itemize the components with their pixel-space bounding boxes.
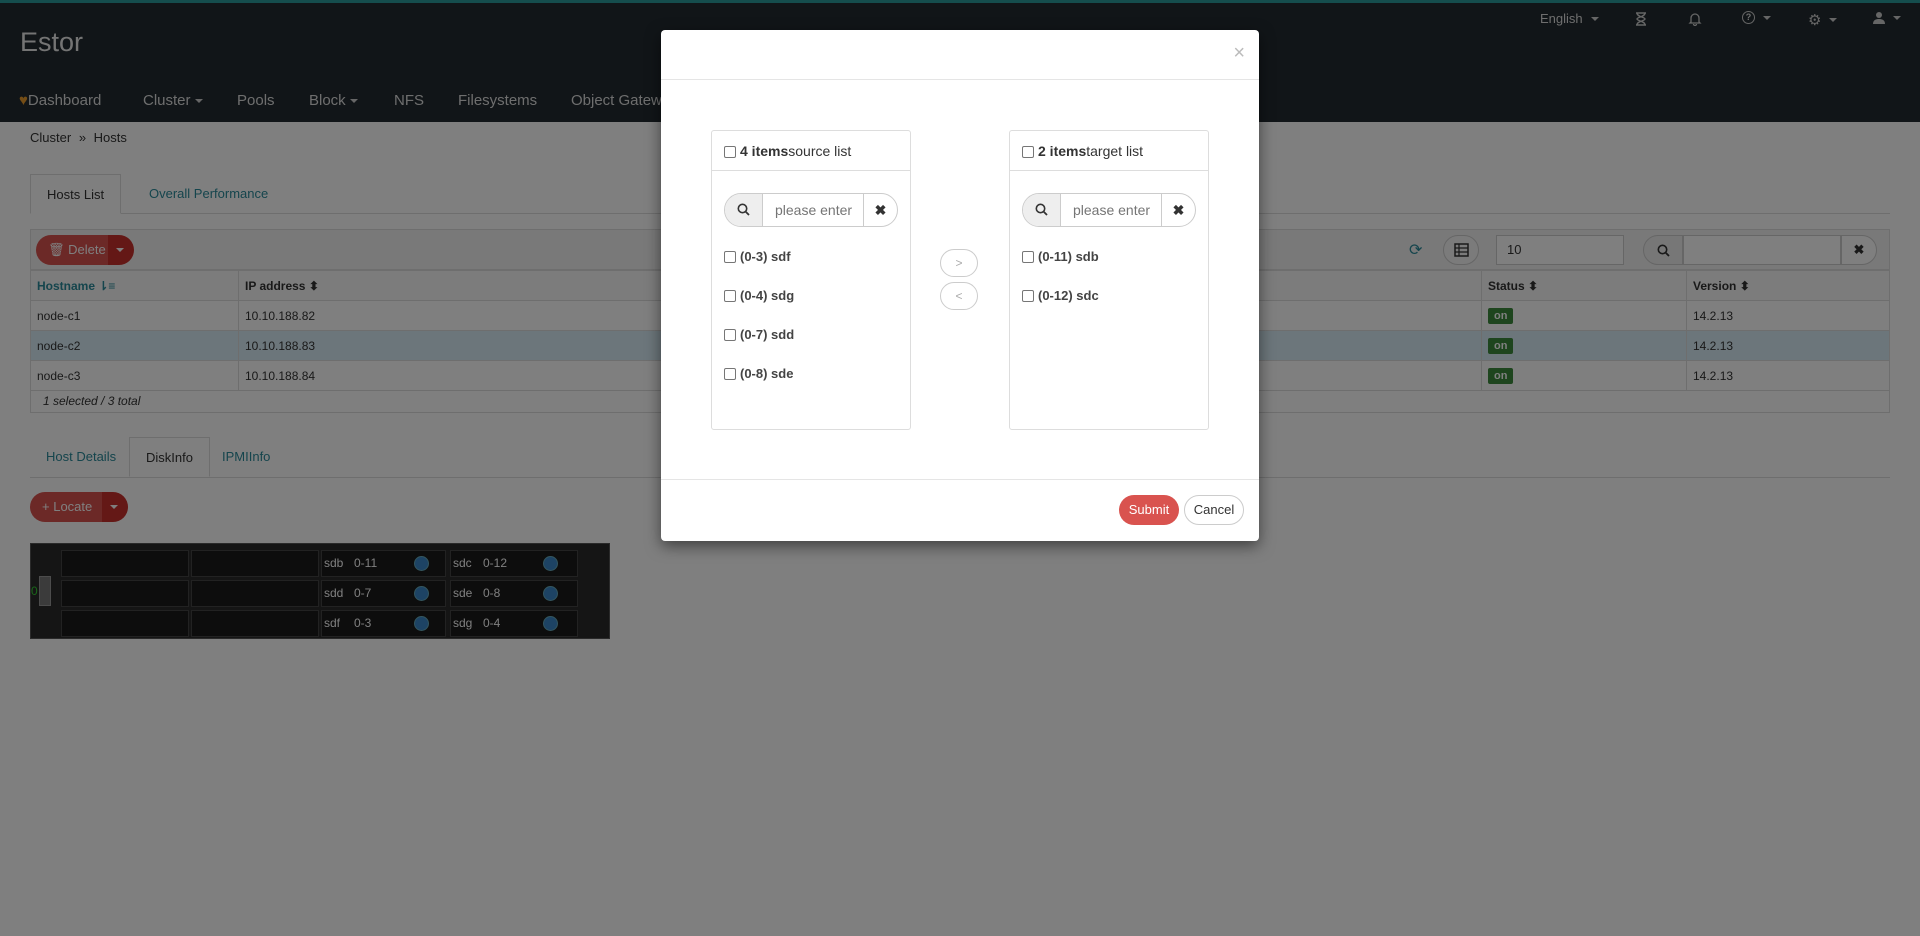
search-icon	[725, 194, 763, 226]
move-left-button[interactable]: <	[940, 282, 978, 310]
source-item[interactable]: (0-7) sdd	[724, 327, 794, 342]
move-right-button[interactable]: >	[940, 249, 978, 277]
source-search: ✖	[724, 193, 898, 227]
item-label: (0-11) sdb	[1038, 249, 1099, 264]
target-count: 2 items	[1038, 143, 1087, 159]
item-label: (0-4) sdg	[740, 288, 795, 303]
select-all-source-checkbox[interactable]	[724, 146, 736, 158]
modal-header: ×	[661, 30, 1259, 80]
item-checkbox[interactable]	[724, 290, 736, 302]
item-checkbox[interactable]	[724, 329, 736, 341]
source-title: source list	[788, 143, 852, 159]
source-list-header: 4 itemssource list	[712, 131, 910, 171]
close-icon[interactable]: ×	[1233, 42, 1245, 65]
source-item[interactable]: (0-8) sde	[724, 366, 793, 381]
target-search-input[interactable]	[1061, 194, 1161, 226]
target-list-header: 2 itemstarget list	[1010, 131, 1208, 171]
source-search-input[interactable]	[763, 194, 863, 226]
target-item[interactable]: (0-12) sdc	[1022, 288, 1099, 303]
item-label: (0-3) sdf	[740, 249, 791, 264]
transfer-modal: × 4 itemssource list ✖ (0-3) sdf (0-4) s…	[661, 30, 1259, 541]
item-checkbox[interactable]	[724, 251, 736, 263]
source-list-panel: 4 itemssource list ✖ (0-3) sdf (0-4) sdg…	[711, 130, 911, 430]
search-icon	[1023, 194, 1061, 226]
item-checkbox[interactable]	[724, 368, 736, 380]
target-item[interactable]: (0-11) sdb	[1022, 249, 1099, 264]
target-search-clear-button[interactable]: ✖	[1161, 194, 1195, 226]
cancel-button[interactable]: Cancel	[1184, 495, 1244, 525]
modal-footer-divider	[661, 479, 1259, 480]
target-list-panel: 2 itemstarget list ✖ (0-11) sdb (0-12) s…	[1009, 130, 1209, 430]
target-search: ✖	[1022, 193, 1196, 227]
submit-button[interactable]: Submit	[1119, 495, 1179, 525]
select-all-target-checkbox[interactable]	[1022, 146, 1034, 158]
item-label: (0-7) sdd	[740, 327, 795, 342]
source-item[interactable]: (0-3) sdf	[724, 249, 791, 264]
source-count: 4 items	[740, 143, 789, 159]
item-checkbox[interactable]	[1022, 290, 1034, 302]
item-label: (0-12) sdc	[1038, 288, 1099, 303]
target-title: target list	[1086, 143, 1144, 159]
source-search-clear-button[interactable]: ✖	[863, 194, 897, 226]
item-label: (0-8) sde	[740, 366, 794, 381]
source-item[interactable]: (0-4) sdg	[724, 288, 794, 303]
item-checkbox[interactable]	[1022, 251, 1034, 263]
